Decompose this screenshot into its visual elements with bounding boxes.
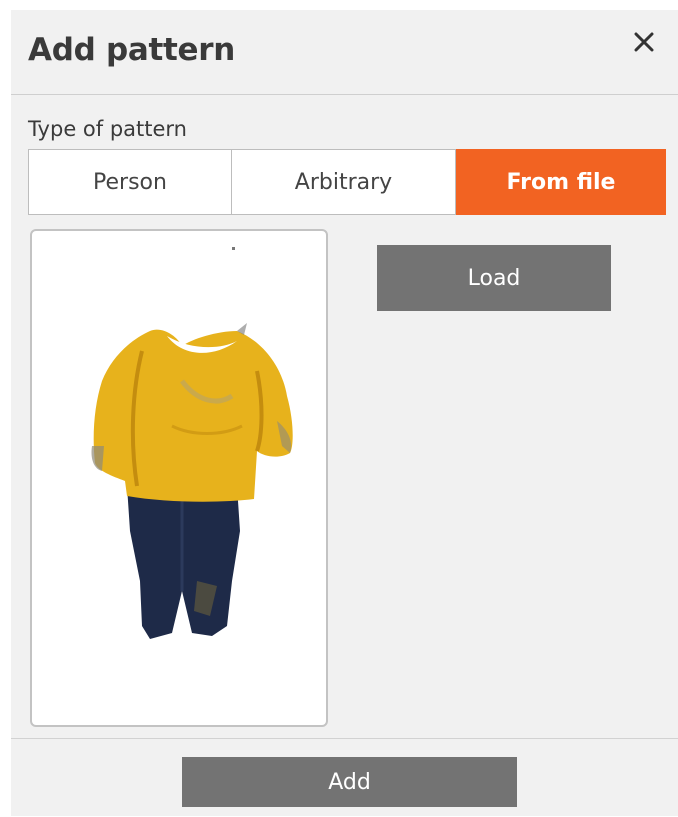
type-of-pattern-label: Type of pattern: [28, 117, 187, 141]
dialog-header: Add pattern: [11, 10, 678, 95]
type-option-arbitrary[interactable]: Arbitrary: [232, 149, 456, 215]
dialog-title: Add pattern: [28, 32, 235, 68]
close-icon[interactable]: [632, 30, 656, 54]
person-figure-image: [91, 247, 293, 639]
type-option-from-file[interactable]: From file: [456, 149, 666, 215]
type-option-person[interactable]: Person: [28, 149, 232, 215]
pattern-type-selector: Person Arbitrary From file: [28, 149, 666, 215]
load-button[interactable]: Load: [377, 245, 611, 311]
dialog-footer: Add: [11, 738, 678, 817]
add-button[interactable]: Add: [182, 757, 517, 807]
add-pattern-dialog: Add pattern Type of pattern Person Arbit…: [11, 10, 678, 816]
pattern-preview: [30, 229, 328, 727]
